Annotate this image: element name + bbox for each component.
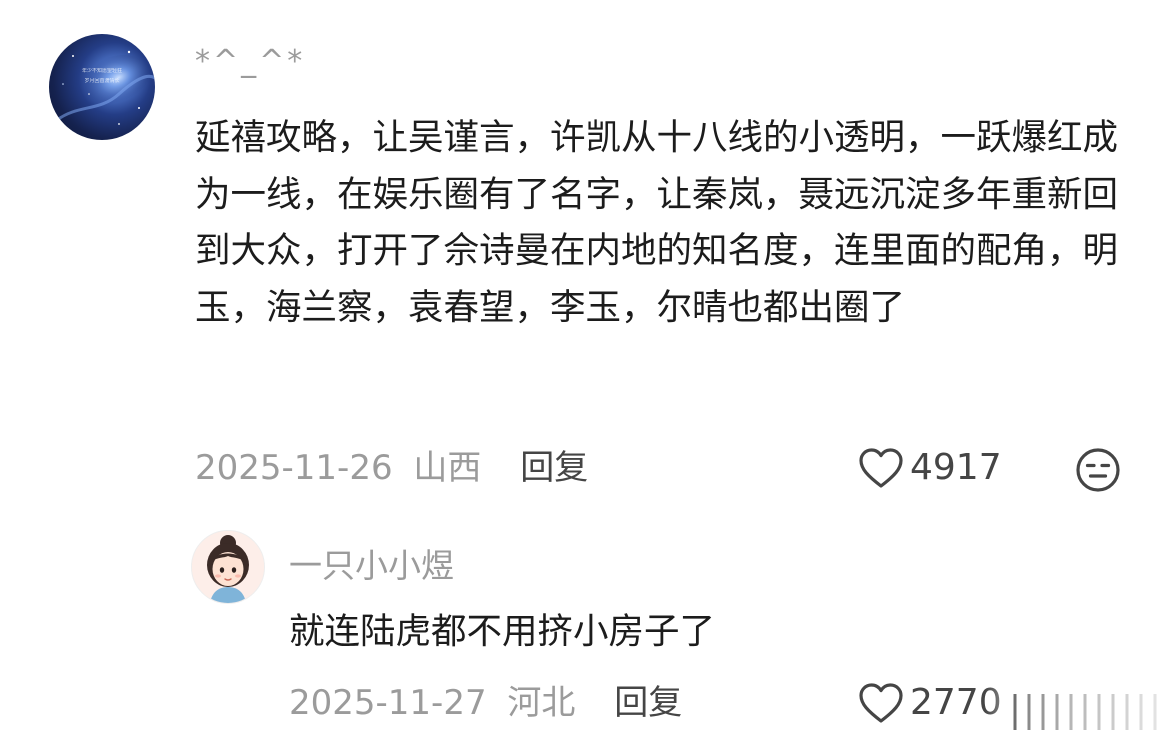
girl-cartoon-icon — [192, 531, 264, 603]
heart-outline-icon — [859, 683, 903, 723]
truncation-lines-icon — [1013, 694, 1157, 730]
comment-text: 延禧攻略，让吴谨言，许凯从十八线的小透明，一跃爆红成为一线，在娱乐圈有了名字，让… — [195, 117, 1119, 328]
reply-reply-button[interactable]: 回复 — [614, 683, 682, 723]
heart-outline-icon — [859, 448, 903, 488]
cropped-edge-overlay — [985, 670, 1170, 749]
avatar[interactable]: 年少不知愿望轻狂 岁月回首渡情长 — [49, 34, 155, 140]
smiley-neutral-icon[interactable] — [1074, 446, 1122, 494]
reply-username[interactable]: 一只小小煜 — [289, 544, 454, 588]
comment-date: 2025-11-26 — [195, 448, 393, 488]
reply-meta: 2025-11-27 河北 回复 — [289, 680, 682, 726]
reply-like-button[interactable]: 2770 — [858, 680, 1002, 726]
reply-avatar[interactable] — [191, 530, 265, 604]
like-button[interactable]: 4917 — [858, 445, 1002, 491]
comment-meta: 2025-11-26 山西 回复 — [195, 445, 588, 491]
avatar-caption-line-2: 岁月回首渡情长 — [84, 78, 120, 84]
username[interactable]: *^_^* — [195, 44, 305, 80]
reply-location: 河北 — [507, 683, 576, 723]
reply-date: 2025-11-27 — [289, 683, 487, 723]
like-count: 4917 — [910, 447, 1002, 488]
reply-text: 就连陆虎都不用挤小房子了 — [289, 611, 716, 652]
comment-location: 山西 — [413, 448, 482, 488]
avatar-galaxy-image — [56, 50, 155, 125]
reply-button[interactable]: 回复 — [520, 448, 588, 488]
avatar-caption-line-1: 年少不知愿望轻狂 — [81, 68, 122, 74]
